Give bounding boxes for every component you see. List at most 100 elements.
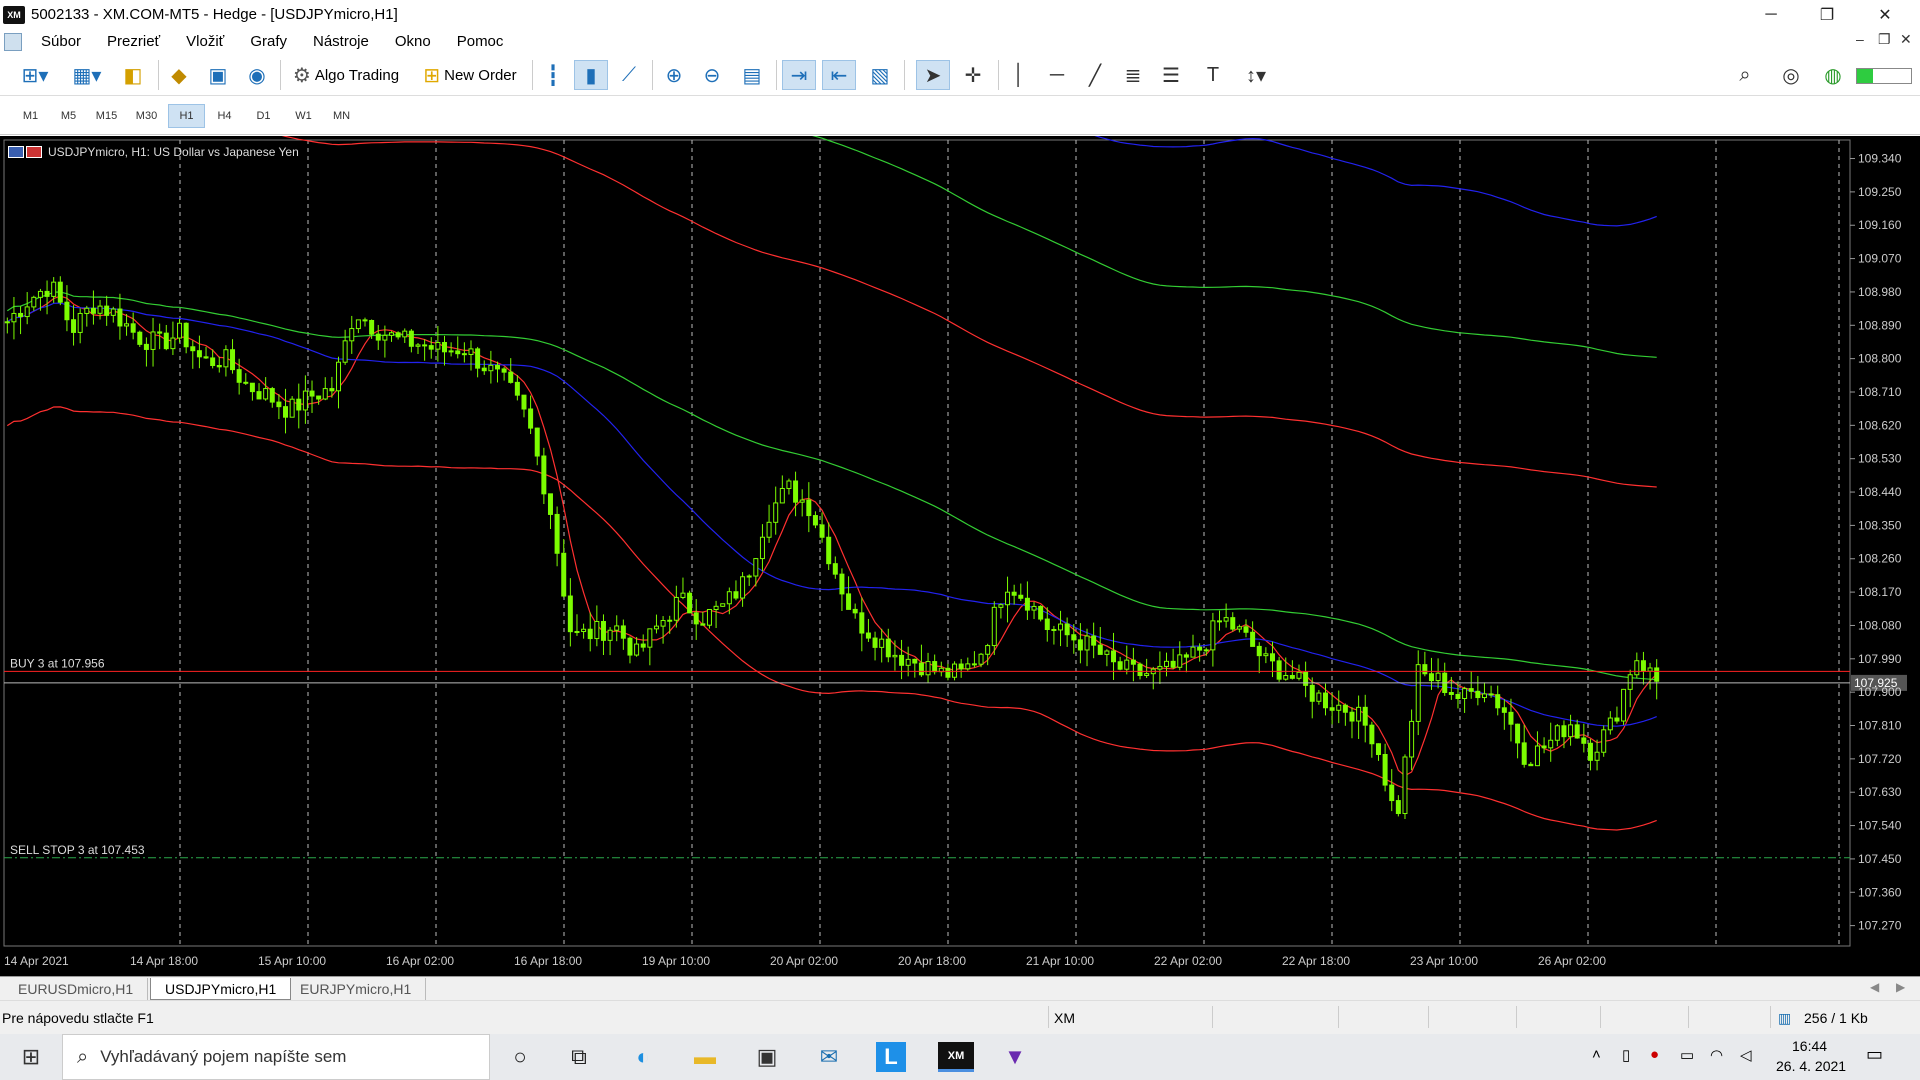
channel-icon[interactable]: ☰ <box>1156 60 1186 90</box>
zoom-out-icon[interactable]: ⊖ <box>696 60 728 90</box>
candle-body <box>978 653 984 665</box>
text-label-icon[interactable]: T <box>1198 60 1228 90</box>
tf-mn[interactable]: MN <box>323 104 360 128</box>
vps-icon[interactable]: ◍ <box>1818 60 1848 90</box>
chart-tab-eurusd[interactable]: EURUSDmicro,H1 <box>4 978 149 1000</box>
file-explorer-icon[interactable]: ▬ <box>690 1042 720 1072</box>
app-l-icon[interactable]: L <box>876 1042 906 1072</box>
tf-w1[interactable]: W1 <box>285 104 322 128</box>
close-button[interactable]: ✕ <box>1862 0 1908 29</box>
mail-icon[interactable]: ✉ <box>814 1042 844 1072</box>
vertical-line-icon[interactable]: │ <box>1004 60 1034 90</box>
tray-security-icon[interactable]: ● <box>1650 1046 1659 1063</box>
auto-scroll-icon[interactable]: ⇥ <box>782 60 816 90</box>
tray-chevron-icon[interactable]: ˄ <box>1592 1046 1601 1063</box>
candle-body <box>826 536 832 565</box>
tf-m1[interactable]: M1 <box>12 104 49 128</box>
trendline-icon[interactable]: ╱ <box>1080 60 1110 90</box>
chart-tab-usdjpy[interactable]: USDJPYmicro,H1 <box>150 978 292 1000</box>
tray-wifi-icon[interactable]: ◠ <box>1710 1046 1723 1064</box>
y-tick-label: 108.440 <box>1858 485 1902 499</box>
tab-scroll-left-icon[interactable]: ◀ <box>1870 980 1879 994</box>
restore-button[interactable]: ❐ <box>1804 0 1850 29</box>
menu-file[interactable]: Súbor <box>28 33 94 50</box>
signals-icon[interactable]: ◉ <box>242 60 272 90</box>
tray-clock-time[interactable]: 16:44 <box>1792 1038 1827 1054</box>
tf-m5[interactable]: M5 <box>50 104 87 128</box>
menu-window[interactable]: Okno <box>382 33 444 50</box>
candle-body <box>799 499 805 503</box>
tf-d1[interactable]: D1 <box>245 104 282 128</box>
menu-charts[interactable]: Grafy <box>237 33 300 50</box>
task-view-icon[interactable]: ⧉ <box>564 1042 594 1072</box>
tray-clock-date[interactable]: 26. 4. 2021 <box>1776 1058 1846 1074</box>
search-icon[interactable]: ⌕ <box>1730 60 1760 90</box>
arrows-icon[interactable]: ↕▾ <box>1236 60 1276 90</box>
candle-body <box>428 345 434 350</box>
mdi-restore-icon[interactable]: ❐ <box>1878 31 1891 48</box>
candle-body <box>441 342 447 353</box>
market-watch-icon[interactable]: ◧ <box>118 60 148 90</box>
candle-body <box>150 331 156 350</box>
candlestick-chart-icon[interactable]: ▮ <box>574 60 608 90</box>
title-bar: XM 5002133 - XM.COM-MT5 - Hedge - [USDJP… <box>0 0 1920 29</box>
chart-shift-icon[interactable]: ⇤ <box>822 60 856 90</box>
mdi-minimize-icon[interactable]: – <box>1856 31 1864 47</box>
candle-body <box>806 499 812 517</box>
candle-body <box>269 388 275 403</box>
new-order-button[interactable]: ⊞ New Order <box>416 60 524 90</box>
line-chart-icon[interactable]: ⟋ <box>614 60 644 90</box>
navigator-icon[interactable]: ▣ <box>203 60 233 90</box>
candle-body <box>673 596 679 621</box>
minimize-button[interactable]: ─ <box>1748 0 1794 29</box>
templates-icon[interactable]: ▧ <box>864 60 896 90</box>
edge-browser-icon[interactable]: ◐ <box>628 1042 658 1072</box>
account-icon[interactable]: ◎ <box>1776 60 1806 90</box>
tray-device-icon[interactable]: ▯ <box>1622 1046 1630 1064</box>
taskbar-search-box[interactable]: ⌕ Vyhľadávaný pojem napíšte sem <box>62 1034 490 1080</box>
candle-body <box>1296 671 1302 679</box>
candle-body <box>1521 742 1527 765</box>
candle-body <box>210 357 216 367</box>
profiles-icon[interactable]: ▦▾ <box>64 60 110 90</box>
cursor-icon[interactable]: ➤ <box>916 60 950 90</box>
tf-h4[interactable]: H4 <box>206 104 243 128</box>
menu-help[interactable]: Pomoc <box>444 33 517 50</box>
chart-canvas[interactable]: BUY 3 at 107.956 SELL STOP 3 at 107.453 10… <box>0 136 1920 976</box>
algo-trading-button[interactable]: ⚙ Algo Trading <box>286 60 406 90</box>
crosshair-icon[interactable]: ✛ <box>956 60 990 90</box>
tf-m30[interactable]: M30 <box>128 104 165 128</box>
tray-volume-icon[interactable]: ◁ <box>1740 1046 1752 1064</box>
purple-app-icon[interactable]: ▼ <box>1000 1042 1030 1072</box>
tab-scroll-right-icon[interactable]: ▶ <box>1896 980 1905 994</box>
menu-tools[interactable]: Nástroje <box>300 33 382 50</box>
zoom-in-icon[interactable]: ⊕ <box>658 60 690 90</box>
menu-bar: Súbor Prezrieť Vložiť Grafy Nástroje Okn… <box>0 29 1920 54</box>
new-chart-icon[interactable]: ⊞▾ <box>12 60 58 90</box>
tray-battery-icon[interactable]: ▭ <box>1680 1046 1694 1064</box>
mdi-close-icon[interactable]: ✕ <box>1900 31 1912 48</box>
horizontal-line-icon[interactable]: ─ <box>1042 60 1072 90</box>
fibonacci-icon[interactable]: ≣ <box>1118 60 1148 90</box>
tf-m15[interactable]: M15 <box>88 104 125 128</box>
price-chart[interactable]: BUY 3 at 107.956 SELL STOP 3 at 107.453 10… <box>0 136 1920 976</box>
xm-mt5-taskbar-icon[interactable]: XM <box>938 1042 974 1072</box>
menu-view[interactable]: Prezrieť <box>94 33 173 50</box>
chart-tab-eurjpy[interactable]: EURJPYmicro,H1 <box>286 978 427 1000</box>
bar-chart-icon[interactable]: ┇ <box>538 60 568 90</box>
candle-body <box>773 502 779 523</box>
candle-body <box>793 480 799 503</box>
tile-windows-icon[interactable]: ▤ <box>736 60 768 90</box>
notifications-icon[interactable]: ▭ <box>1866 1044 1883 1065</box>
store-icon[interactable]: ▣ <box>752 1042 782 1072</box>
tf-h1[interactable]: H1 <box>168 104 205 128</box>
chart-window-icon[interactable] <box>4 32 22 51</box>
x-tick-label: 20 Apr 18:00 <box>898 954 966 968</box>
windows-start-icon[interactable]: ⊞ <box>16 1042 46 1072</box>
candle-body <box>1071 634 1077 641</box>
envelope-upper-line <box>281 136 1657 488</box>
cortana-icon[interactable]: ○ <box>505 1042 535 1072</box>
candle-body <box>879 638 885 648</box>
data-window-icon[interactable]: ◆ <box>164 60 194 90</box>
menu-insert[interactable]: Vložiť <box>173 33 237 50</box>
